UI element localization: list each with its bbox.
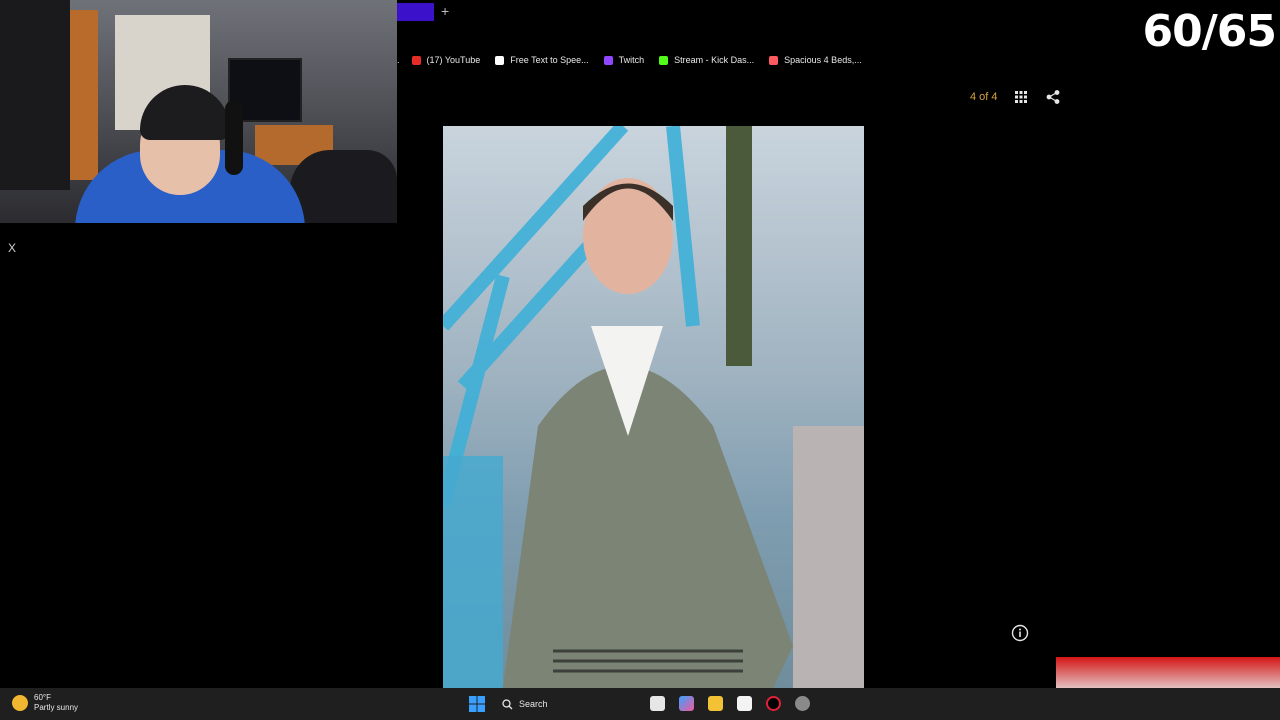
bookmark-twitch[interactable]: Twitch — [603, 55, 645, 65]
weather-sun-icon — [12, 695, 28, 711]
youtube-icon — [411, 55, 421, 65]
document-icon — [495, 55, 505, 65]
bookmark-text-to-speech[interactable]: Free Text to Spee... — [495, 55, 589, 65]
twitch-icon — [603, 55, 613, 65]
bookmark-airbnb[interactable]: Spacious 4 Beds,... — [769, 55, 862, 65]
bookmark-kick[interactable]: Stream - Kick Das... — [659, 55, 754, 65]
bookmark-label: Spacious 4 Beds,... — [784, 55, 862, 65]
weather-temp: 60°F — [34, 693, 51, 702]
bookmarks-bar: . (17) YouTube Free Text to Spee... Twit… — [397, 50, 877, 70]
windows-start-icon[interactable] — [469, 696, 485, 712]
grid-icon[interactable] — [1014, 90, 1028, 104]
opera-icon[interactable] — [766, 696, 781, 711]
search-label: Search — [519, 699, 548, 709]
viewer-controls: 4 of 4 — [970, 90, 1078, 104]
active-tab[interactable] — [397, 3, 434, 21]
info-button[interactable] — [1011, 624, 1029, 642]
bookmarks-overflow[interactable]: . — [397, 55, 400, 65]
share-icon[interactable] — [1046, 90, 1060, 104]
search-icon — [502, 698, 513, 709]
page-indicator: 4 of 4 — [970, 91, 998, 103]
store-icon[interactable] — [737, 696, 752, 711]
bookmark-label: (17) YouTube — [426, 55, 481, 65]
stream-counter: 60/65 — [1142, 6, 1277, 57]
bookmark-label: Stream - Kick Das... — [674, 55, 755, 65]
new-tab-button[interactable]: + — [441, 3, 449, 19]
streamer-headset — [225, 100, 243, 175]
taskbar: 60°F Partly sunny Search — [0, 688, 1280, 720]
bookmark-label: Free Text to Spee... — [510, 55, 589, 65]
copilot-icon[interactable] — [679, 696, 694, 711]
bookmark-label: Twitch — [618, 55, 645, 65]
weather-desc: Partly sunny — [34, 703, 79, 712]
file-explorer-icon[interactable] — [708, 696, 723, 711]
airbnb-icon — [769, 55, 779, 65]
webcam-door — [70, 10, 98, 180]
weather-widget[interactable]: 60°F Partly sunny — [12, 693, 78, 713]
webcam-overlay — [0, 0, 397, 223]
main-photo[interactable] — [443, 126, 864, 688]
bookmark-youtube[interactable]: (17) YouTube — [411, 55, 481, 65]
webcam-clothes-pile — [290, 150, 397, 223]
kick-icon — [659, 55, 669, 65]
taskbar-search[interactable]: Search — [496, 693, 638, 715]
settings-icon[interactable] — [795, 696, 810, 711]
task-view-icon[interactable] — [650, 696, 665, 711]
x-icon[interactable]: X — [8, 241, 16, 255]
webcam-background — [0, 0, 70, 190]
